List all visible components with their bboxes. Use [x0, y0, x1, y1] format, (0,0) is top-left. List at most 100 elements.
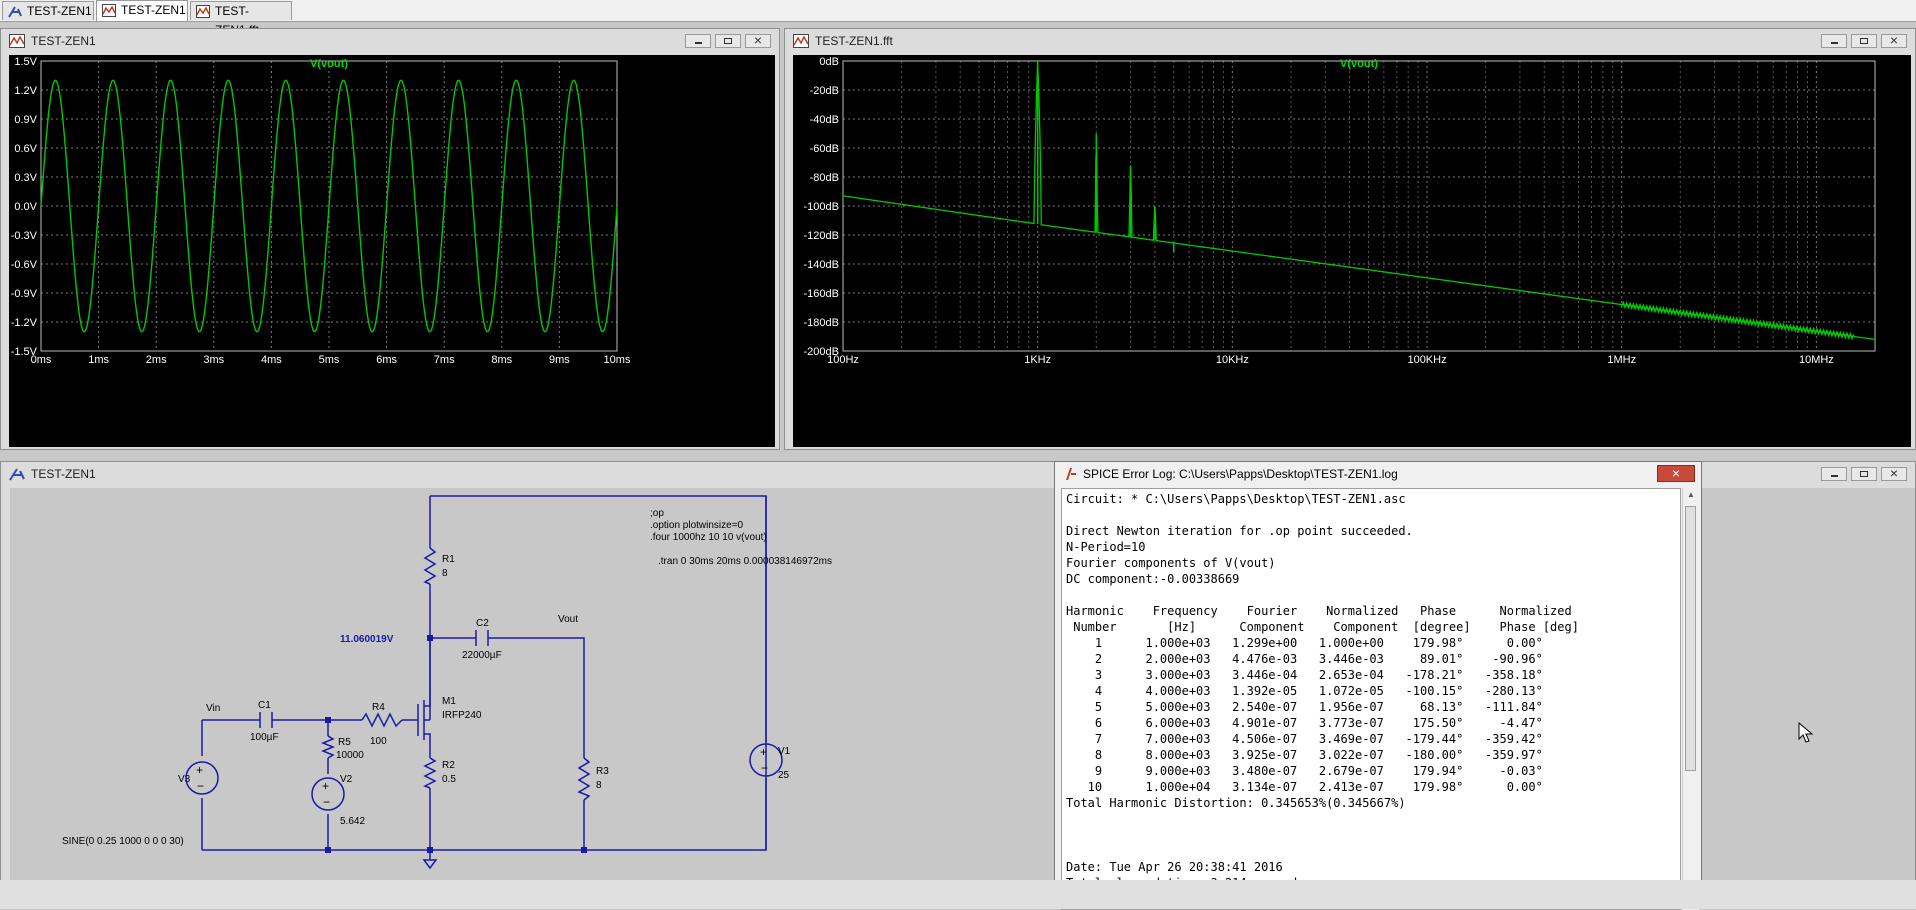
- minimize-button[interactable]: [1821, 34, 1847, 48]
- error-log-text-area[interactable]: Circuit: * C:\Users\Papps\Desktop\TEST-Z…: [1061, 488, 1681, 910]
- vertical-scrollbar[interactable]: ▲ ▼: [1682, 488, 1699, 910]
- x-tick-label: 6ms: [376, 354, 397, 366]
- window-title: TEST-ZEN1: [31, 467, 96, 481]
- schematic-icon: [8, 6, 22, 18]
- y-tick-label: -0.6V: [11, 259, 38, 271]
- close-button[interactable]: ×: [1657, 465, 1695, 482]
- y-tick-label: -0.3V: [11, 230, 38, 242]
- error-log-titlebar[interactable]: SPICE Error Log: C:\Users\Papps\Desktop\…: [1055, 462, 1701, 486]
- label-r3-value: 8: [596, 780, 602, 791]
- tab-label: TEST-ZEN1: [27, 4, 92, 18]
- resistor-r2: [423, 757, 437, 789]
- capacitor-c2: [475, 630, 489, 646]
- label-c2-value: 22000µF: [462, 650, 502, 661]
- window-title: TEST-ZEN1: [31, 34, 96, 48]
- schematic-icon: [9, 468, 25, 481]
- label-r3: R3: [596, 766, 609, 777]
- noise-band: [1621, 300, 1855, 341]
- y-tick-label: 0.0V: [14, 201, 37, 213]
- y-tick-label: 1.5V: [14, 56, 37, 68]
- schematic-labels: + − + − + − ;op .option plotwinsize=0 .f…: [62, 508, 832, 847]
- restore-button[interactable]: [1851, 467, 1877, 481]
- y-tick-label: 0.6V: [14, 143, 37, 155]
- waveform-window-titlebar[interactable]: TEST-ZEN1: [1, 29, 779, 53]
- fft-plot[interactable]: 100Hz 1KHz 10KHz 100KHz 1MHz 10MHz 0dB -20dB -40…: [793, 55, 1911, 447]
- label-m1: M1: [442, 696, 456, 707]
- directive-four: .four 1000hz 10 10 v(vout): [650, 532, 767, 543]
- x-tick-label: 5ms: [319, 354, 340, 366]
- series-line-vout: [40, 79, 618, 333]
- chart-title: V(vout): [1340, 58, 1378, 70]
- y-tick-label: 0dB: [819, 56, 839, 68]
- label-r5-value: 10000: [336, 750, 364, 761]
- y-tick-label: -40dB: [810, 114, 839, 126]
- label-r2-value: 0.5: [442, 774, 456, 785]
- label-m1-value: IRFP240: [442, 710, 482, 721]
- label-vout: Vout: [558, 614, 578, 625]
- y-tick-label: 0.9V: [14, 114, 37, 126]
- label-r5: R5: [338, 737, 351, 748]
- y-tick-label: -80dB: [810, 172, 839, 184]
- fft-chart: 100Hz 1KHz 10KHz 100KHz 1MHz 10MHz0dB-20dB-40…: [804, 56, 1876, 366]
- x-tick-label: 1ms: [88, 354, 109, 366]
- minimize-button[interactable]: [1821, 467, 1847, 481]
- label-v3-value: SINE(0 0.25 1000 0 0 0 30): [62, 836, 184, 847]
- label-v3: V3: [178, 774, 191, 785]
- restore-button[interactable]: [1851, 34, 1877, 48]
- plot-grid: [842, 60, 1876, 352]
- series-line-fft: [842, 63, 1876, 341]
- waveform-icon: [102, 4, 116, 17]
- y-tick-label: -0.9V: [11, 288, 38, 300]
- label-c1-value: 100µF: [250, 732, 279, 743]
- directive-tran: .tran 0 30ms 20ms 0.000038146972ms: [658, 556, 832, 567]
- y-tick-label: -1.2V: [11, 317, 38, 329]
- x-tick-label: 7ms: [434, 354, 455, 366]
- directive-option: .option plotwinsize=0: [650, 520, 744, 531]
- y-tick-label: -100dB: [804, 201, 839, 213]
- y-tick-label: -160dB: [804, 288, 839, 300]
- window-title: TEST-ZEN1.fft: [815, 34, 893, 48]
- x-tick-label: 1KHz: [1024, 354, 1051, 366]
- fft-window-titlebar[interactable]: TEST-ZEN1.fft: [785, 29, 1915, 53]
- error-log-title: SPICE Error Log: C:\Users\Papps\Desktop\…: [1083, 467, 1398, 481]
- svg-text:+: +: [760, 745, 767, 759]
- mosfet-m1: [417, 700, 431, 740]
- svg-text:−: −: [197, 779, 204, 793]
- y-tick-label: -200dB: [804, 346, 839, 358]
- label-vin: Vin: [206, 703, 220, 714]
- tab-fft[interactable]: TEST-ZEN1.fft: [190, 1, 292, 37]
- close-button[interactable]: [1881, 465, 1907, 481]
- wires: [201, 495, 767, 860]
- y-tick-label: -140dB: [804, 259, 839, 271]
- minimize-button[interactable]: [685, 34, 711, 48]
- resistor-r3: [577, 757, 591, 801]
- x-tick-label: 3ms: [203, 354, 224, 366]
- error-log-content: Circuit: * C:\Users\Papps\Desktop\TEST-Z…: [1066, 492, 1579, 909]
- close-button[interactable]: [1881, 32, 1907, 48]
- document-tab-bar: TEST-ZEN1 TEST-ZEN1 TEST-ZEN1.fft: [0, 0, 1916, 37]
- x-tick-label: 100KHz: [1407, 354, 1446, 366]
- label-v1-value: 25: [778, 770, 790, 781]
- circuit-schematic: + − + − + − ;op .option plotwinsize=0 .f…: [62, 495, 832, 870]
- svg-text:+: +: [322, 779, 329, 793]
- components: [185, 547, 783, 870]
- scroll-up-icon[interactable]: ▲: [1683, 488, 1699, 502]
- scroll-thumb[interactable]: [1685, 506, 1696, 771]
- ltspice-icon: [1066, 468, 1076, 480]
- tab-label: TEST-ZEN1: [121, 3, 186, 17]
- y-tick-label: -1.5V: [11, 346, 38, 358]
- x-tick-label: 9ms: [549, 354, 570, 366]
- fft-window: TEST-ZEN1.fft 100Hz1KHz10KHz100KHz1MHz10…: [784, 28, 1916, 450]
- y-tick-label: 0.3V: [14, 172, 37, 184]
- x-tick-label: 2ms: [146, 354, 167, 366]
- close-button[interactable]: [745, 32, 771, 48]
- svg-text:+: +: [196, 763, 203, 777]
- restore-button[interactable]: [715, 34, 741, 48]
- waveform-chart: 0ms 1ms 2ms 3ms 4ms 5ms 6ms 7ms 8ms 9ms 10ms1.5V1.…: [11, 56, 631, 366]
- resistor-r5: [320, 735, 336, 759]
- tab-schematic[interactable]: TEST-ZEN1: [2, 1, 94, 20]
- x-tick-label: 10KHz: [1216, 354, 1249, 366]
- waveform-plot[interactable]: 0ms 1ms 2ms 3ms 4ms 5ms 6ms 7ms 8ms 9ms 10ms 1.5V 1.…: [9, 55, 775, 447]
- tab-waveform[interactable]: TEST-ZEN1: [96, 0, 188, 21]
- svg-text:−: −: [761, 761, 768, 775]
